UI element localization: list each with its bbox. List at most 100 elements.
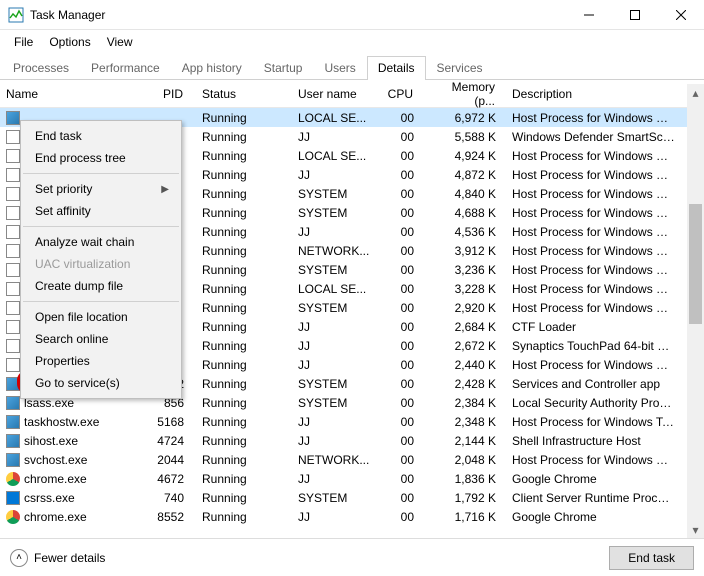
process-icon: [6, 168, 20, 182]
cell-status: Running: [196, 206, 292, 220]
context-menu-label: Set affinity: [35, 204, 91, 218]
context-menu-item[interactable]: Properties: [21, 350, 181, 372]
cell-pid: 2044: [140, 453, 196, 467]
cell-user: SYSTEM: [292, 187, 380, 201]
context-menu-label: Analyze wait chain: [35, 235, 134, 249]
tab-app-history[interactable]: App history: [171, 56, 253, 80]
tab-processes[interactable]: Processes: [2, 56, 80, 80]
cell-memory: 2,672 K: [432, 339, 506, 353]
menu-file[interactable]: File: [6, 33, 41, 51]
cell-cpu: 00: [380, 320, 432, 334]
cell-description: Host Process for Windows Servi: [506, 358, 682, 372]
cell-description: Host Process for Windows Servi: [506, 453, 682, 467]
scroll-thumb[interactable]: [689, 204, 702, 324]
minimize-button[interactable]: [566, 0, 612, 30]
table-row[interactable]: chrome.exe8552RunningJJ001,716 KGoogle C…: [0, 507, 704, 526]
header-status[interactable]: Status: [196, 87, 292, 101]
table-row[interactable]: csrss.exe740RunningSYSTEM001,792 KClient…: [0, 488, 704, 507]
context-menu-item[interactable]: Create dump file: [21, 275, 181, 297]
cell-memory: 2,348 K: [432, 415, 506, 429]
tab-services[interactable]: Services: [426, 56, 494, 80]
process-icon: [6, 377, 20, 391]
process-icon: [6, 301, 20, 315]
context-menu-label: Search online: [35, 332, 108, 346]
process-icon: [6, 282, 20, 296]
cell-cpu: 00: [380, 358, 432, 372]
cell-memory: 2,384 K: [432, 396, 506, 410]
tab-performance[interactable]: Performance: [80, 56, 171, 80]
process-icon: [6, 472, 20, 486]
table-row[interactable]: svchost.exe2044RunningNETWORK...002,048 …: [0, 450, 704, 469]
cell-cpu: 00: [380, 377, 432, 391]
header-pid[interactable]: PID: [140, 87, 196, 101]
cell-status: Running: [196, 187, 292, 201]
close-button[interactable]: [658, 0, 704, 30]
fewer-details-toggle[interactable]: ˄ Fewer details: [10, 549, 105, 567]
bottom-bar: ˄ Fewer details End task: [0, 538, 704, 576]
process-icon: [6, 358, 20, 372]
context-menu-item: UAC virtualization: [21, 253, 181, 275]
vertical-scrollbar[interactable]: ▴ ▾: [687, 84, 704, 538]
table-row[interactable]: taskhostw.exe5168RunningJJ002,348 KHost …: [0, 412, 704, 431]
cell-description: Google Chrome: [506, 472, 682, 486]
cell-memory: 2,684 K: [432, 320, 506, 334]
table-row[interactable]: sihost.exe4724RunningJJ002,144 KShell In…: [0, 431, 704, 450]
context-menu-item[interactable]: Analyze wait chain: [21, 231, 181, 253]
context-menu-label: Open file location: [35, 310, 128, 324]
cell-description: Host Process for Windows Tasks: [506, 415, 682, 429]
cell-name: svchost.exe: [24, 453, 87, 467]
menu-options[interactable]: Options: [41, 33, 98, 51]
maximize-button[interactable]: [612, 0, 658, 30]
cell-pid: 740: [140, 491, 196, 505]
tab-details[interactable]: Details: [367, 56, 426, 80]
cell-pid: 4724: [140, 434, 196, 448]
header-name[interactable]: Name: [0, 87, 140, 101]
header-user[interactable]: User name: [292, 87, 380, 101]
cell-description: Host Process for Windows Servi: [506, 111, 682, 125]
cell-status: Running: [196, 149, 292, 163]
cell-memory: 6,972 K: [432, 111, 506, 125]
tab-users[interactable]: Users: [313, 56, 366, 80]
cell-status: Running: [196, 396, 292, 410]
cell-cpu: 00: [380, 510, 432, 524]
tab-startup[interactable]: Startup: [253, 56, 314, 80]
process-icon: [6, 111, 20, 125]
cell-user: JJ: [292, 434, 380, 448]
process-icon: [6, 453, 20, 467]
cell-cpu: 00: [380, 111, 432, 125]
context-menu-separator: [23, 173, 179, 174]
context-menu-item[interactable]: End process tree: [21, 147, 181, 169]
cell-user: JJ: [292, 358, 380, 372]
cell-memory: 2,428 K: [432, 377, 506, 391]
context-menu-item[interactable]: Go to service(s): [21, 372, 181, 394]
cell-status: Running: [196, 263, 292, 277]
cell-cpu: 00: [380, 339, 432, 353]
header-description[interactable]: Description: [506, 87, 682, 101]
cell-cpu: 00: [380, 206, 432, 220]
process-icon: [6, 263, 20, 277]
cell-status: Running: [196, 472, 292, 486]
context-menu-item[interactable]: Set affinity: [21, 200, 181, 222]
tab-strip: Processes Performance App history Startu…: [0, 54, 704, 80]
table-row[interactable]: chrome.exe4672RunningJJ001,836 KGoogle C…: [0, 469, 704, 488]
process-icon: [6, 206, 20, 220]
scroll-up-button[interactable]: ▴: [687, 84, 704, 101]
context-menu-item[interactable]: Open file location: [21, 306, 181, 328]
cell-cpu: 00: [380, 415, 432, 429]
scroll-down-button[interactable]: ▾: [687, 521, 704, 538]
cell-description: Host Process for Windows Servi: [506, 168, 682, 182]
cell-status: Running: [196, 168, 292, 182]
context-menu-item[interactable]: Search online: [21, 328, 181, 350]
end-task-button[interactable]: End task: [609, 546, 694, 570]
cell-user: SYSTEM: [292, 377, 380, 391]
header-memory[interactable]: Memory (p...: [432, 80, 506, 108]
cell-name: csrss.exe: [24, 491, 75, 505]
chevron-up-circle-icon: ˄: [10, 549, 28, 567]
context-menu-item[interactable]: Set priority▶: [21, 178, 181, 200]
context-menu-item[interactable]: End task: [21, 125, 181, 147]
header-cpu[interactable]: CPU: [380, 87, 432, 101]
cell-user: JJ: [292, 339, 380, 353]
cell-user: LOCAL SE...: [292, 282, 380, 296]
cell-memory: 4,840 K: [432, 187, 506, 201]
menu-view[interactable]: View: [99, 33, 141, 51]
